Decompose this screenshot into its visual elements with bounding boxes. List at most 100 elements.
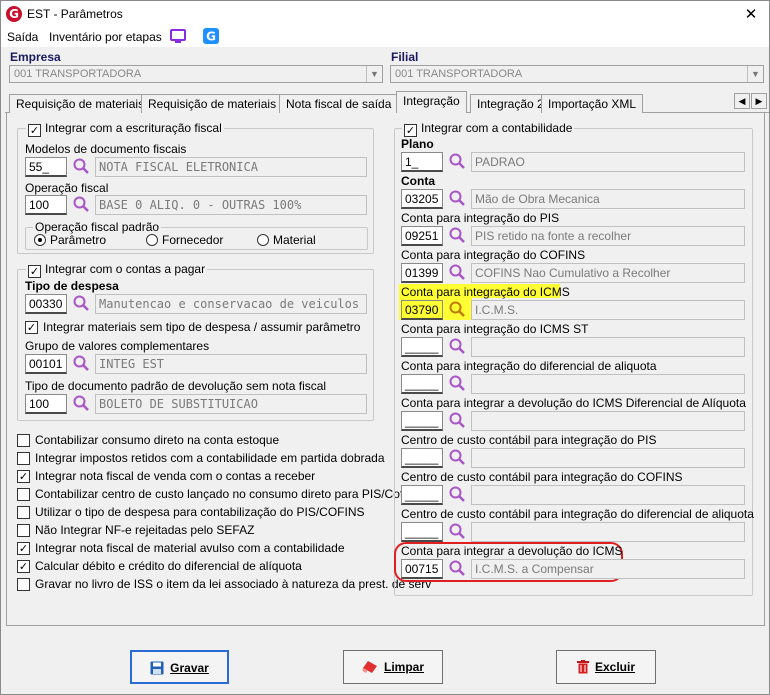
search-icon[interactable] <box>448 559 466 577</box>
option-checkbox[interactable] <box>17 488 30 501</box>
contabilidade-checkbox-label: Integrar com a contabilidade <box>421 121 573 135</box>
cc-pis-code-input[interactable]: _____ <box>401 448 443 468</box>
pis-code-input[interactable]: 09251 <box>401 226 443 246</box>
option-checkbox[interactable] <box>17 506 30 519</box>
pagar-checkbox[interactable]: ✓ <box>28 265 41 278</box>
tab-scroll-right-icon[interactable]: ▶ <box>751 93 767 109</box>
devolucao-dif-description <box>471 411 745 431</box>
close-icon[interactable]: ✕ <box>739 4 763 24</box>
option-label: Gravar no livro de ISS o item da lei ass… <box>35 577 432 591</box>
tab-requisicao-2[interactable]: Requisição de materiais 2 <box>141 94 294 113</box>
monitor-icon[interactable] <box>170 29 186 44</box>
radio-fornecedor-label: Fornecedor <box>162 233 224 247</box>
devolucao-label: Tipo de documento padrão de devolução se… <box>25 379 327 393</box>
cc-dif-aliquota-description <box>471 522 745 542</box>
cofins-label: Conta para integração do COFINS <box>401 248 586 262</box>
icms-label: Conta para integração do ICMS <box>401 285 570 299</box>
search-icon[interactable] <box>72 354 90 372</box>
search-icon[interactable] <box>448 263 466 281</box>
icms-st-code-input[interactable]: _____ <box>401 337 443 357</box>
eraser-icon <box>362 661 377 673</box>
excluir-button[interactable]: Excluir <box>556 650 656 684</box>
chevron-down-icon[interactable]: ▼ <box>747 66 763 82</box>
icms-code-input[interactable]: 03790 <box>401 300 443 320</box>
grupo-valores-description: INTEG EST <box>95 354 367 374</box>
plano-description: PADRAO <box>471 152 745 172</box>
devolucao-dif-code-input[interactable]: _____ <box>401 411 443 431</box>
menu-inventario[interactable]: Inventário por etapas <box>49 30 162 44</box>
tab-nota-fiscal-saida[interactable]: Nota fiscal de saída <box>279 94 399 113</box>
radio-material[interactable] <box>257 234 269 246</box>
cc-cofins-label: Centro de custo contábil para integração… <box>401 470 683 484</box>
app-logo-icon[interactable]: G <box>203 28 219 44</box>
tab-scroll-left-icon[interactable]: ◀ <box>734 93 750 109</box>
search-icon[interactable] <box>448 522 466 540</box>
contabilidade-group-title: ✓ Integrar com a contabilidade <box>402 121 575 137</box>
devolucao-icms-code-input[interactable]: 00715 <box>401 559 443 579</box>
search-icon[interactable] <box>448 337 466 355</box>
search-icon[interactable] <box>72 294 90 312</box>
search-icon[interactable] <box>448 300 466 318</box>
contabilidade-checkbox[interactable]: ✓ <box>404 124 417 137</box>
excluir-label: Excluir <box>594 660 636 674</box>
tipo-despesa-code-input[interactable]: 00330 <box>25 294 67 314</box>
option-label: Contabilizar centro de custo lançado no … <box>35 487 419 501</box>
option-checkbox[interactable] <box>17 578 30 591</box>
search-icon[interactable] <box>72 195 90 213</box>
limpar-button[interactable]: Limpar <box>343 650 443 684</box>
tab-requisicao[interactable]: Requisição de materiais <box>9 94 152 113</box>
option-checkbox[interactable] <box>17 524 30 537</box>
option-checkbox[interactable] <box>17 434 30 447</box>
tab-importacao-xml[interactable]: Importação XML <box>541 94 644 113</box>
devolucao-icms-label: Conta para integrar a devolução do ICMS <box>401 544 623 558</box>
operacao-code-input[interactable]: 100 <box>25 195 67 215</box>
icms-st-description <box>471 337 745 357</box>
search-icon[interactable] <box>448 411 466 429</box>
cc-dif-aliquota-code-input[interactable]: _____ <box>401 522 443 542</box>
menu-saida[interactable]: Saída <box>7 30 38 44</box>
option-checkbox[interactable]: ✓ <box>17 560 30 573</box>
option-checkbox[interactable]: ✓ <box>17 542 30 555</box>
plano-code-input[interactable]: 1_ <box>401 152 443 172</box>
search-icon[interactable] <box>448 152 466 170</box>
option-checkbox[interactable] <box>17 452 30 465</box>
option-label: Não Integrar NF-e rejeitadas pelo SEFAZ <box>35 523 255 537</box>
tab-integracao[interactable]: Integração <box>396 91 467 114</box>
option-label: Utilizar o tipo de despesa para contabil… <box>35 505 365 519</box>
radio-material-label: Material <box>273 233 316 247</box>
search-icon[interactable] <box>448 485 466 503</box>
dif-aliquota-code-input[interactable]: _____ <box>401 374 443 394</box>
radio-fornecedor[interactable] <box>146 234 158 246</box>
search-icon[interactable] <box>72 394 90 412</box>
search-icon[interactable] <box>448 189 466 207</box>
gravar-button[interactable]: Gravar <box>130 650 229 684</box>
cofins-code-input[interactable]: 01399 <box>401 263 443 283</box>
conta-code-input[interactable]: 03205 <box>401 189 443 209</box>
filial-select[interactable]: 001 TRANSPORTADORA ▼ <box>390 65 764 83</box>
plano-label: Plano <box>401 137 434 151</box>
cc-cofins-description <box>471 485 745 505</box>
fiscal-checkbox-label: Integrar com a escrituração fiscal <box>45 121 222 135</box>
radio-parametro[interactable] <box>34 234 46 246</box>
search-icon[interactable] <box>448 226 466 244</box>
modelos-code-input[interactable]: 55_ <box>25 157 67 177</box>
trash-icon <box>576 660 589 674</box>
search-icon[interactable] <box>448 374 466 392</box>
option-checkbox[interactable]: ✓ <box>17 470 30 483</box>
conta-label: Conta <box>401 174 435 188</box>
devolucao-code-input[interactable]: 100 <box>25 394 67 414</box>
sem-tipo-checkbox[interactable]: ✓ <box>25 321 38 334</box>
search-icon[interactable] <box>448 448 466 466</box>
pis-description: PIS retido na fonte a recolher <box>471 226 745 246</box>
chevron-down-icon[interactable]: ▼ <box>366 66 382 82</box>
cc-cofins-code-input[interactable]: _____ <box>401 485 443 505</box>
app-logo-icon: G <box>6 6 22 22</box>
tipo-despesa-description: Manutencao e conservacao de veiculos - m… <box>95 294 367 314</box>
grupo-valores-code-input[interactable]: 00101 <box>25 354 67 374</box>
modelos-description: NOTA FISCAL ELETRONICA <box>95 157 367 177</box>
search-icon[interactable] <box>72 157 90 175</box>
fiscal-checkbox[interactable]: ✓ <box>28 124 41 137</box>
empresa-select[interactable]: 001 TRANSPORTADORA ▼ <box>9 65 383 83</box>
radio-parametro-label: Parâmetro <box>50 233 107 247</box>
tab-integracao-2[interactable]: Integração 2 <box>470 94 551 113</box>
